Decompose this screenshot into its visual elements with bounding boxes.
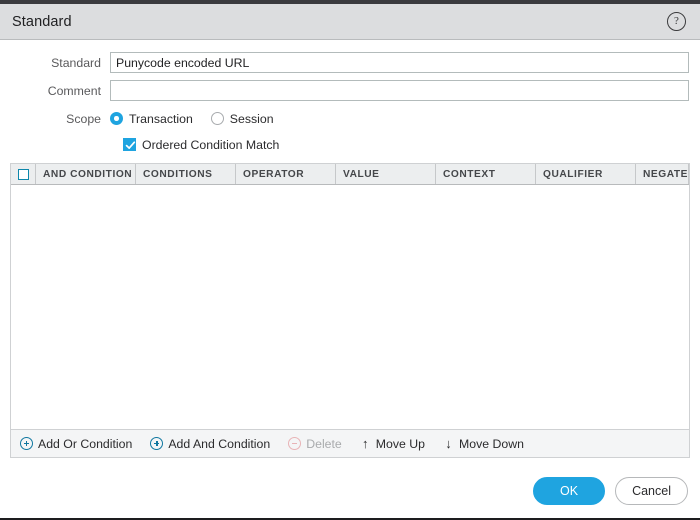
ordered-condition-match-label: Ordered Condition Match bbox=[142, 137, 280, 152]
add-and-condition-button[interactable]: Add And Condition bbox=[150, 437, 270, 451]
conditions-grid: AND CONDITION CONDITIONS OPERATOR VALUE … bbox=[10, 163, 690, 429]
plus-circle-icon bbox=[150, 437, 164, 450]
comment-label: Comment bbox=[47, 83, 101, 98]
page-title: Standard bbox=[12, 13, 72, 30]
delete-label: Delete bbox=[306, 436, 342, 451]
add-or-condition-button[interactable]: Add Or Condition bbox=[20, 437, 132, 451]
move-up-label: Move Up bbox=[375, 436, 425, 451]
grid-toolbar: Add Or Condition Add And Condition Delet… bbox=[10, 429, 690, 458]
column-header-negate[interactable]: NEGATE bbox=[636, 164, 689, 184]
column-header-and-condition[interactable]: AND CONDITION bbox=[36, 164, 136, 184]
arrow-up-icon: ↑ bbox=[362, 436, 369, 451]
dialog-titlebar: Standard ? bbox=[0, 4, 700, 40]
scope-row: Scope Transaction Session bbox=[10, 108, 690, 129]
standard-label: Standard bbox=[51, 55, 101, 70]
cancel-button[interactable]: Cancel bbox=[615, 477, 688, 505]
standard-dialog: Standard ? Standard Comment Scope Transa… bbox=[0, 0, 700, 520]
grid-body-empty bbox=[11, 185, 689, 429]
add-and-condition-label: Add And Condition bbox=[168, 436, 271, 451]
plus-circle-icon bbox=[20, 437, 33, 450]
ordered-condition-match-row: Ordered Condition Match bbox=[10, 134, 690, 155]
radio-session[interactable]: Session bbox=[210, 111, 274, 126]
delete-button: Delete bbox=[288, 437, 342, 451]
move-down-button[interactable]: ↓ Move Down bbox=[443, 437, 524, 451]
move-down-label: Move Down bbox=[458, 436, 524, 451]
scope-label: Scope bbox=[66, 111, 101, 126]
ordered-condition-match-checkbox[interactable] bbox=[123, 138, 136, 151]
standard-input[interactable] bbox=[110, 52, 689, 73]
comment-input[interactable] bbox=[110, 80, 689, 101]
comment-field-row: Comment bbox=[10, 80, 690, 101]
standard-field-row: Standard bbox=[10, 52, 690, 73]
add-or-condition-label: Add Or Condition bbox=[38, 436, 133, 451]
checkmark-icon bbox=[125, 141, 136, 149]
help-circle-icon[interactable]: ? bbox=[667, 12, 686, 31]
scope-radio-group: Transaction Session bbox=[110, 112, 292, 126]
dialog-footer: OK Cancel bbox=[0, 464, 700, 520]
column-header-conditions[interactable]: CONDITIONS bbox=[136, 164, 236, 184]
column-header-context[interactable]: CONTEXT bbox=[436, 164, 536, 184]
radio-session-label: Session bbox=[229, 111, 274, 126]
move-up-button[interactable]: ↑ Move Up bbox=[360, 437, 425, 451]
form-area: Standard Comment Scope Transaction Sessi… bbox=[0, 40, 700, 155]
select-all-checkbox[interactable] bbox=[17, 168, 29, 180]
column-header-operator[interactable]: OPERATOR bbox=[236, 164, 336, 184]
grid-header-row: AND CONDITION CONDITIONS OPERATOR VALUE … bbox=[11, 164, 689, 185]
grid-select-all-cell bbox=[11, 164, 36, 184]
minus-circle-icon bbox=[288, 437, 302, 450]
column-header-qualifier[interactable]: QUALIFIER bbox=[536, 164, 636, 184]
column-header-value[interactable]: VALUE bbox=[336, 164, 436, 184]
ok-button[interactable]: OK bbox=[533, 477, 606, 505]
radio-selected-icon bbox=[110, 112, 123, 125]
arrow-down-icon: ↓ bbox=[445, 436, 452, 451]
radio-transaction[interactable]: Transaction bbox=[110, 112, 193, 126]
radio-unselected-icon bbox=[210, 112, 224, 125]
radio-transaction-label: Transaction bbox=[129, 111, 193, 126]
dialog-body: Standard Comment Scope Transaction Sessi… bbox=[0, 40, 700, 520]
